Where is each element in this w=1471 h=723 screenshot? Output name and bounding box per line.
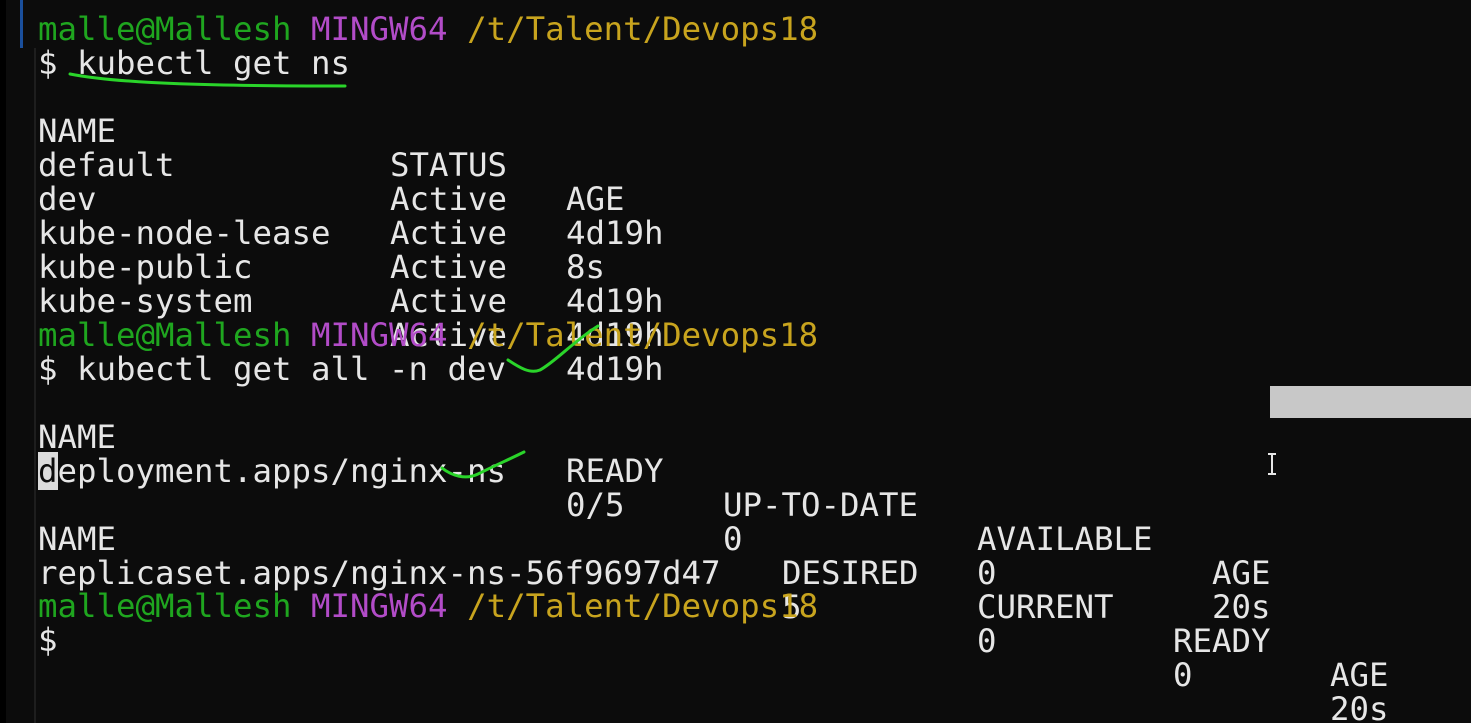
i-beam-cursor-icon bbox=[1268, 453, 1276, 475]
terminal-window[interactable]: malle@Mallesh MINGW64 /t/Talent/Devops18… bbox=[0, 0, 1471, 723]
checkmark-annotation bbox=[440, 450, 526, 479]
underline-annotation bbox=[68, 72, 347, 88]
checkmark-annotation bbox=[506, 324, 600, 373]
annotation-layer bbox=[68, 72, 600, 479]
